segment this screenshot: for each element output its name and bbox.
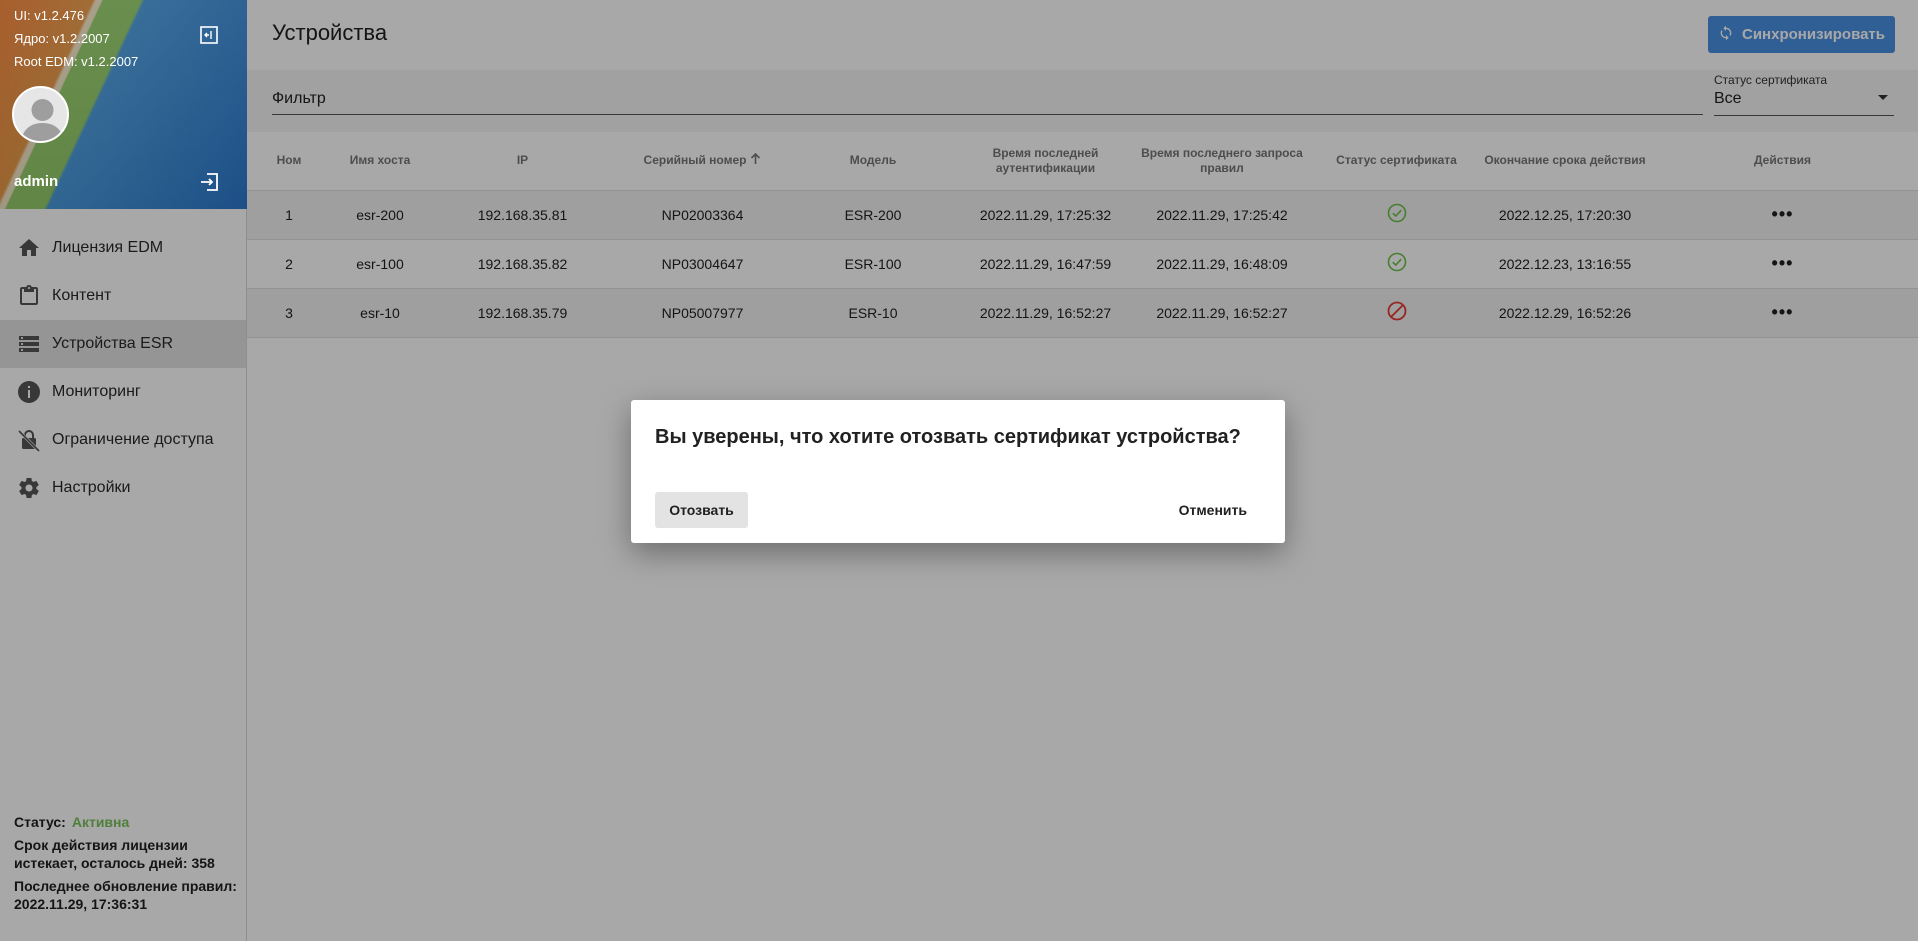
revoke-confirm-dialog: Вы уверены, что хотите отозвать сертифик… [631,400,1285,543]
avatar [12,86,69,143]
ui-version: UI: v1.2.476 [14,8,85,23]
dialog-question: Вы уверены, что хотите отозвать сертифик… [655,426,1241,448]
cancel-button[interactable]: Отменить [1165,492,1261,528]
collapse-panel-icon[interactable] [198,24,220,46]
root-edm-version: Root EDM: v1.2.2007 [14,54,139,69]
revoke-button[interactable]: Отозвать [655,492,748,528]
username: admin [14,173,59,190]
core-version: Ядро: v1.2.2007 [14,31,110,46]
logout-icon[interactable] [198,171,220,193]
version-info: UI: v1.2.476 Ядро: v1.2.2007 Root EDM: v… [14,4,138,73]
